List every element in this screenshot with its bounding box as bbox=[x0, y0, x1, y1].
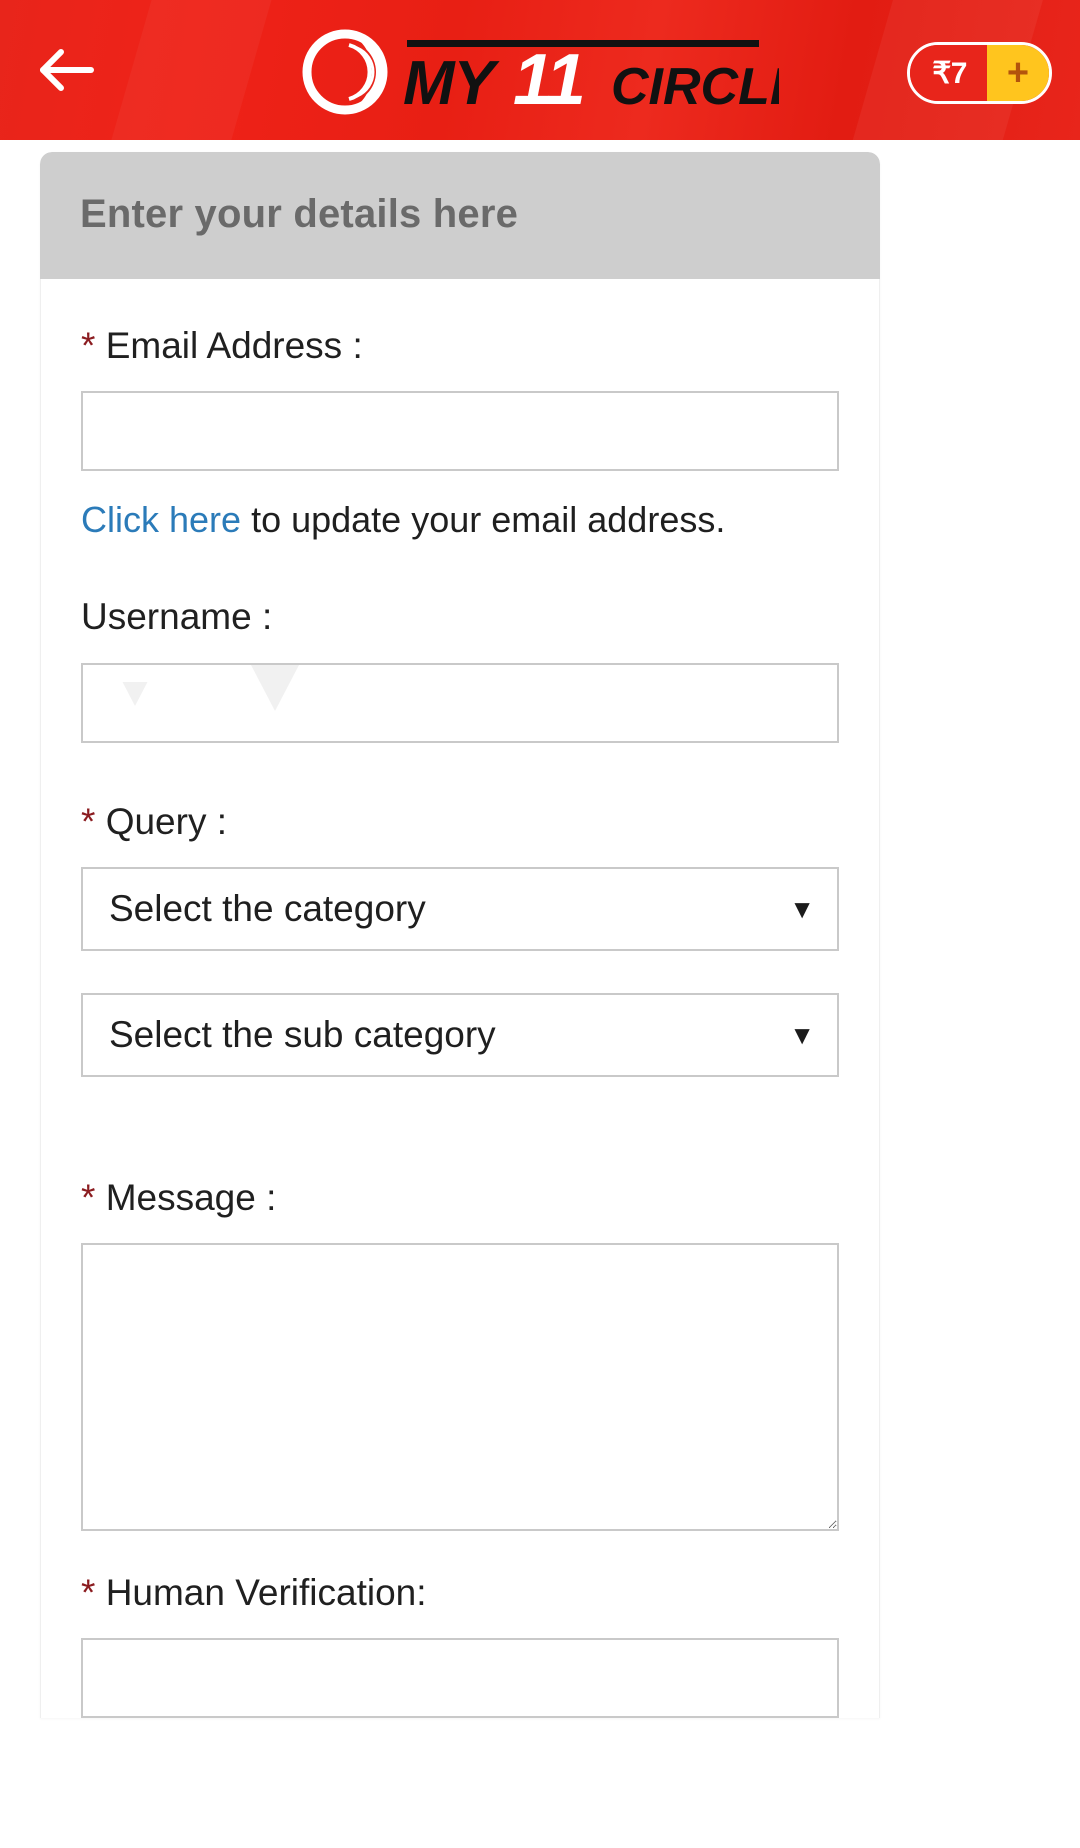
subcategory-select[interactable]: Select the sub category ▼ bbox=[81, 992, 839, 1077]
click-here-link[interactable]: Click here bbox=[81, 499, 241, 540]
username-label: Username : bbox=[81, 594, 839, 640]
card-body: * Email Address : Click here to update y… bbox=[40, 279, 880, 1719]
app-header: MY 11 CIRCLE ₹7 + bbox=[0, 0, 1080, 140]
human-verification-input[interactable] bbox=[81, 1638, 839, 1719]
query-label-text: Query : bbox=[105, 800, 228, 842]
human-verification-label-text: Human Verification: bbox=[105, 1572, 427, 1613]
svg-text:11: 11 bbox=[513, 40, 584, 118]
email-update-hint: Click here to update your email address. bbox=[81, 497, 839, 542]
username-ghost-mark-b bbox=[251, 664, 299, 711]
details-card: Enter your details here * Email Address … bbox=[40, 152, 880, 1719]
email-update-hint-text: to update your email address. bbox=[241, 499, 726, 541]
back-arrow-icon bbox=[40, 49, 94, 91]
app-root: MY 11 CIRCLE ₹7 + Enter your details her… bbox=[0, 0, 1080, 1848]
brand-wordmark: MY 11 CIRCLE bbox=[403, 40, 779, 118]
message-required-asterisk: * bbox=[81, 1176, 96, 1218]
human-verification-required-asterisk: * bbox=[81, 1572, 96, 1613]
category-select-value: Select the category bbox=[109, 887, 426, 929]
email-required-asterisk: * bbox=[81, 325, 96, 366]
category-select[interactable]: Select the category ▼ bbox=[81, 866, 839, 951]
human-verification-label: * Human Verification: bbox=[81, 1570, 839, 1616]
chevron-down-icon: ▼ bbox=[789, 1019, 815, 1050]
cricket-ball-icon bbox=[301, 28, 389, 116]
message-textarea[interactable] bbox=[81, 1243, 839, 1531]
username-field-group: Username : bbox=[81, 594, 839, 743]
chevron-down-icon: ▼ bbox=[789, 893, 815, 924]
wallet-balance: ₹7 bbox=[910, 45, 987, 101]
email-label: * Email Address : bbox=[81, 323, 839, 369]
card-header: Enter your details here bbox=[40, 152, 880, 279]
svg-text:MY: MY bbox=[403, 49, 501, 118]
svg-text:CIRCLE: CIRCLE bbox=[611, 58, 779, 116]
subcategory-select-value: Select the sub category bbox=[109, 1013, 496, 1055]
back-button[interactable] bbox=[30, 38, 104, 102]
email-label-text: Email Address : bbox=[105, 325, 363, 366]
username-label-text: Username : bbox=[81, 596, 273, 638]
page-title: Enter your details here bbox=[80, 192, 519, 236]
wallet-badge[interactable]: ₹7 + bbox=[907, 42, 1052, 104]
page-body: Enter your details here * Email Address … bbox=[0, 152, 1080, 1719]
query-label: * Query : bbox=[81, 799, 839, 845]
query-required-asterisk: * bbox=[81, 800, 96, 842]
query-field-group: * Query : Select the category ▼ Select t… bbox=[81, 799, 839, 1077]
message-field-group: * Message : bbox=[81, 1175, 839, 1536]
email-field-group: * Email Address : bbox=[81, 323, 839, 472]
human-verification-group: * Human Verification: bbox=[81, 1570, 839, 1719]
message-label-text: Message : bbox=[105, 1176, 277, 1218]
add-cash-plus-icon[interactable]: + bbox=[987, 45, 1049, 101]
message-label: * Message : bbox=[81, 1175, 839, 1221]
email-input[interactable] bbox=[81, 391, 839, 472]
username-ghost-mark-a bbox=[122, 681, 148, 706]
username-input[interactable] bbox=[81, 662, 839, 743]
